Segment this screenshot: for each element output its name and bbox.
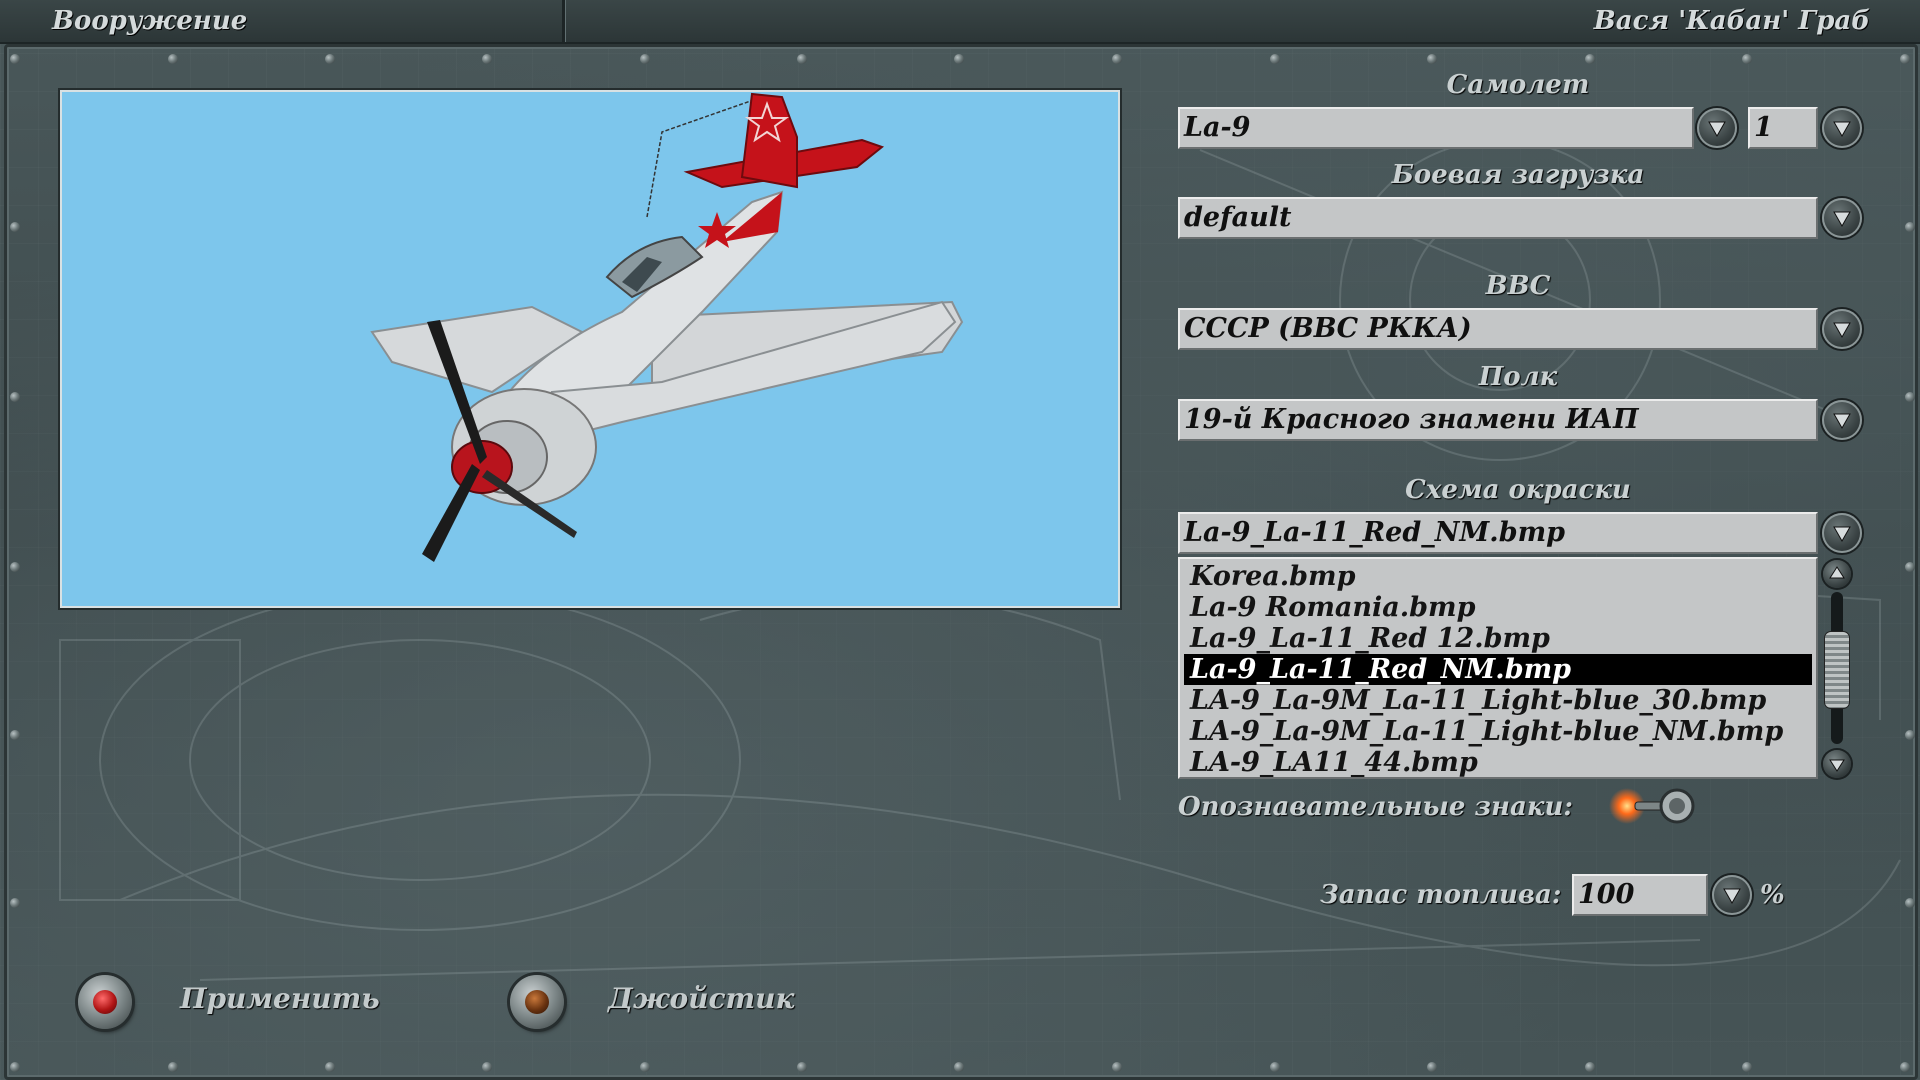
rivet [10, 730, 20, 740]
rivet [1427, 54, 1437, 64]
chevron-down-icon [1833, 121, 1851, 138]
rivet [1112, 54, 1122, 64]
rivet [482, 54, 492, 64]
scroll-down-button[interactable] [1823, 750, 1851, 778]
rivet [10, 392, 20, 402]
list-item[interactable]: La-9 Romania.bmp [1184, 592, 1812, 623]
chevron-down-icon [1833, 413, 1851, 430]
air-force-select[interactable]: СССР (ВВС РККА) [1178, 308, 1818, 350]
rivet [1742, 54, 1752, 64]
regiment-label: Полк [1478, 362, 1558, 392]
fuel-unit: % [1760, 880, 1785, 910]
list-item-selected[interactable]: La-9_La-11_Red_NM.bmp [1184, 654, 1812, 685]
rivet [168, 1062, 178, 1072]
arrow-up-icon [1829, 566, 1845, 579]
skin-dropdown-button[interactable] [1822, 513, 1862, 553]
apply-button-cap [93, 990, 117, 1014]
rivet [325, 1062, 335, 1072]
rivet [1900, 54, 1910, 64]
rivet [168, 54, 178, 64]
rivet [640, 1062, 650, 1072]
scrollbar-thumb[interactable] [1825, 632, 1849, 708]
fuel-label: Запас топлива: [1320, 880, 1562, 910]
rivet [1905, 730, 1915, 740]
rivet [1427, 1062, 1437, 1072]
rivet [482, 1062, 492, 1072]
list-item[interactable]: LA-9_La-9M_La-11_Light-blue_NM.bmp [1184, 716, 1812, 747]
rivet [1270, 54, 1280, 64]
rivet [1112, 1062, 1122, 1072]
rivet [1585, 54, 1595, 64]
aircraft-preview[interactable] [60, 90, 1120, 608]
arrow-down-icon [1829, 759, 1845, 772]
aircraft-count-select[interactable]: 1 [1748, 107, 1818, 149]
list-item[interactable]: La-9_La-11_Red 12.bmp [1184, 623, 1812, 654]
regiment-dropdown-button[interactable] [1822, 400, 1862, 440]
joystick-button-label[interactable]: Джойстик [608, 982, 794, 1015]
rivet [1905, 562, 1915, 572]
title-bar: Вооружение Вася 'Кабан' Граб [0, 0, 1920, 44]
rivet [640, 54, 650, 64]
chevron-down-icon [1833, 526, 1851, 543]
markings-label: Опознавательные знаки: [1178, 792, 1573, 822]
chevron-down-icon [1708, 121, 1726, 138]
loadout-label: Боевая загрузка [1391, 160, 1645, 190]
skin-label: Схема окраски [1405, 475, 1631, 505]
rivet [10, 562, 20, 572]
rivet [10, 222, 20, 232]
list-item[interactable]: LA-9_LA11_44.bmp [1184, 747, 1812, 777]
rivet [954, 1062, 964, 1072]
rivet [10, 54, 20, 64]
rivet [797, 1062, 807, 1072]
joystick-button-cap [525, 990, 549, 1014]
chevron-down-icon [1833, 322, 1851, 339]
apply-button[interactable] [78, 975, 132, 1029]
apply-button-label[interactable]: Применить [180, 982, 380, 1015]
rivet [10, 1062, 20, 1072]
fuel-select[interactable]: 100 [1572, 874, 1708, 916]
rivet [797, 54, 807, 64]
rivet [1905, 392, 1915, 402]
rivet [1585, 1062, 1595, 1072]
rivet [1742, 1062, 1752, 1072]
air-force-dropdown-button[interactable] [1822, 309, 1862, 349]
list-item[interactable]: LA-9_La-9M_La-11_Light-blue_30.bmp [1184, 685, 1812, 716]
aircraft-dropdown-button[interactable] [1697, 108, 1737, 148]
fuel-dropdown-button[interactable] [1712, 875, 1752, 915]
rivet [325, 54, 335, 64]
aircraft-select[interactable]: La-9 [1178, 107, 1694, 149]
regiment-select[interactable]: 19-й Красного знамени ИАП [1178, 399, 1818, 441]
rivet [954, 54, 964, 64]
skin-select[interactable]: La-9_La-11_Red_NM.bmp [1178, 512, 1818, 554]
scroll-up-button[interactable] [1823, 560, 1851, 588]
rivet [1270, 1062, 1280, 1072]
indicator-light-icon [1609, 788, 1695, 824]
markings-toggle[interactable] [1605, 786, 1697, 826]
rivet [10, 898, 20, 908]
loadout-select[interactable]: default [1178, 197, 1818, 239]
rivet [1900, 1062, 1910, 1072]
aircraft-label: Самолет [1446, 70, 1590, 100]
rivet [1905, 898, 1915, 908]
section-title: Вооружение [52, 6, 248, 36]
aircraft-model [370, 92, 964, 562]
joystick-button[interactable] [510, 975, 564, 1029]
list-item[interactable]: Korea.bmp [1184, 561, 1812, 592]
chevron-down-icon [1723, 888, 1741, 905]
skin-list[interactable]: Korea.bmp La-9 Romania.bmp La-9_La-11_Re… [1178, 557, 1818, 779]
pilot-name: Вася 'Кабан' Граб [1593, 6, 1870, 36]
loadout-dropdown-button[interactable] [1822, 198, 1862, 238]
air-force-label: ВВС [1485, 271, 1551, 301]
rivet [1905, 222, 1915, 232]
aircraft-count-dropdown-button[interactable] [1822, 108, 1862, 148]
chevron-down-icon [1833, 211, 1851, 228]
